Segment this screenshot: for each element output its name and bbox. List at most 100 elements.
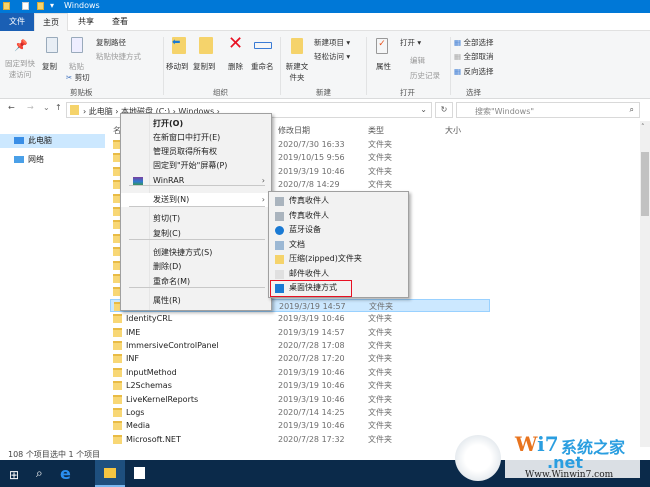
new-folder-icon[interactable]	[37, 2, 44, 10]
start-button[interactable]: ⊞	[9, 468, 19, 482]
menu-item-open[interactable]: 打开(O)	[121, 117, 271, 131]
copy-to-button[interactable]: 复制到	[193, 61, 216, 72]
menu-item-pin-to-start[interactable]: 固定到"开始"屏幕(P)	[121, 159, 271, 173]
highlight-box	[270, 280, 352, 297]
scrollbar-thumb[interactable]	[641, 152, 649, 216]
customize-dropdown-icon[interactable]: ▾	[50, 1, 54, 10]
paste-button[interactable]: 粘贴	[69, 61, 84, 72]
file-row[interactable]: Media 2019/3/19 10:46 文件夹	[110, 419, 490, 432]
folder-icon	[113, 327, 122, 337]
item-count: 108 个项目	[8, 450, 50, 459]
menu-item-send-to[interactable]: 发送到(N) ›	[121, 193, 271, 207]
mail-recipient-icon	[275, 269, 284, 279]
folder-icon	[3, 2, 10, 10]
file-row[interactable]: IdentityCRL 2019/3/19 10:46 文件夹	[110, 312, 490, 325]
file-row[interactable]: Microsoft.NET 2020/7/28 17:32 文件夹	[110, 433, 490, 446]
file-row[interactable]: InputMethod 2019/3/19 10:46 文件夹	[110, 366, 490, 379]
file-date: 2020/7/28 17:20	[278, 354, 345, 364]
rename-icon	[254, 42, 272, 49]
nav-item-network[interactable]: 网络	[0, 153, 105, 167]
menu-item-take-ownership[interactable]: 管理员取得所有权	[121, 145, 271, 159]
search-icon: ⌕	[629, 105, 634, 114]
cut-button[interactable]: ✂ 剪切	[66, 72, 90, 83]
menu-item-create-shortcut[interactable]: 创建快捷方式(S)	[121, 246, 271, 260]
file-row[interactable]: LiveKernelReports 2019/3/19 10:46 文件夹	[110, 393, 490, 406]
computer-icon	[14, 137, 24, 144]
menu-item-delete[interactable]: 删除(D)	[121, 260, 271, 274]
file-date: 2020/7/28 17:08	[278, 341, 345, 350]
file-name: IdentityCRL	[126, 314, 173, 324]
edge-icon[interactable]: e	[60, 464, 71, 483]
search-icon[interactable]: ⌕	[36, 466, 43, 481]
file-row[interactable]: Logs 2020/7/14 14:25 文件夹	[110, 406, 490, 419]
column-header-date[interactable]: 修改日期	[278, 125, 310, 136]
file-name: LiveKernelReports	[126, 394, 199, 404]
select-none-icon: ▦	[454, 52, 462, 61]
file-row[interactable]: L2Schemas 2019/3/19 10:46 文件夹	[110, 379, 490, 392]
menu-item-cut[interactable]: 剪切(T)	[121, 212, 271, 226]
scroll-up-icon[interactable]: ˄	[641, 123, 645, 131]
network-icon	[14, 156, 24, 163]
file-row[interactable]: ImmersiveControlPanel 2020/7/28 17:08 文件夹	[110, 339, 490, 352]
history-button[interactable]: 历史记录	[410, 70, 440, 81]
easy-access-button[interactable]: 轻松访问 ▾	[314, 51, 350, 62]
move-to-button[interactable]: 移动到	[166, 61, 189, 72]
watermark-url: Www.Winwin7.com	[525, 470, 614, 480]
send-to-item[interactable]: 压缩(zipped)文件夹	[269, 252, 408, 267]
select-none-button[interactable]: ▦ 全部取消	[454, 51, 493, 62]
select-all-button[interactable]: ▦ 全部选择	[454, 37, 493, 48]
file-type: 文件夹	[368, 327, 392, 337]
menu-item-open-new-window[interactable]: 在新窗口中打开(E)	[121, 131, 271, 145]
tab-view[interactable]: 查看	[104, 13, 136, 31]
send-to-item[interactable]: 文档	[269, 238, 408, 253]
new-folder-button[interactable]: 新建文件夹	[285, 61, 309, 83]
copy-button[interactable]: 复制	[42, 61, 57, 72]
new-item-button[interactable]: 新建项目 ▾	[314, 37, 350, 48]
nav-label: 网络	[28, 155, 44, 164]
file-explorer-taskbar-button[interactable]	[95, 460, 125, 487]
tab-share[interactable]: 共享	[70, 13, 102, 31]
send-to-item[interactable]: 传真收件人	[269, 209, 408, 224]
send-to-item[interactable]: 传真收件人	[269, 194, 408, 209]
properties-button[interactable]: 属性	[376, 61, 391, 72]
tab-file[interactable]: 文件	[0, 13, 34, 31]
delete-button[interactable]: 删除	[228, 61, 243, 72]
vertical-scrollbar[interactable]: ˄	[640, 121, 650, 447]
edit-button[interactable]: 编辑	[410, 55, 425, 66]
menu-item-label: 剪切(T)	[153, 214, 181, 223]
file-row[interactable]: IME 2019/3/19 14:57 文件夹	[110, 326, 490, 339]
properties-icon[interactable]	[22, 2, 29, 10]
rename-button[interactable]: 重命名	[251, 61, 274, 72]
pin-quick-access-button[interactable]: 固定到快速访问	[3, 58, 37, 80]
file-row[interactable]: INF 2020/7/28 17:20 文件夹	[110, 352, 490, 365]
recent-dropdown-icon[interactable]: ⌄	[43, 103, 50, 112]
refresh-button[interactable]: ↻	[435, 102, 453, 118]
copy-path-button[interactable]: 复制路径	[96, 37, 126, 48]
column-header-type[interactable]: 类型	[368, 125, 384, 136]
nav-item-this-pc[interactable]: 此电脑	[0, 134, 105, 148]
folder-icon	[113, 367, 122, 377]
column-header-size[interactable]: 大小	[445, 125, 461, 136]
paste-shortcut-button[interactable]: 粘贴快捷方式	[96, 51, 141, 62]
send-to-item[interactable]: 蓝牙设备	[269, 223, 408, 238]
invert-selection-icon: ▦	[454, 67, 462, 76]
file-name: INF	[126, 354, 139, 364]
back-icon[interactable]: ←	[8, 103, 15, 112]
breadcrumb-this-pc[interactable]: 此电脑	[89, 107, 113, 116]
documents-icon	[275, 240, 284, 250]
up-icon[interactable]: ↑	[55, 103, 62, 112]
send-to-label: 传真收件人	[289, 210, 329, 220]
invert-selection-button[interactable]: ▦ 反向选择	[454, 66, 493, 77]
forward-icon[interactable]: →	[27, 103, 34, 112]
title-bar: ▾ Windows	[0, 0, 650, 13]
store-icon[interactable]	[134, 467, 145, 479]
open-button[interactable]: 打开 ▾	[400, 37, 421, 48]
address-dropdown-icon[interactable]: ⌄	[420, 105, 427, 114]
tab-home[interactable]: 主页	[34, 13, 68, 31]
copy-to-icon	[199, 37, 213, 54]
search-input[interactable]: 搜索"Windows" ⌕	[456, 102, 640, 118]
file-type: 文件夹	[368, 180, 392, 190]
file-type: 文件夹	[368, 354, 392, 364]
menu-item-properties[interactable]: 属性(R)	[121, 294, 271, 308]
send-to-item[interactable]: 邮件收件人	[269, 267, 408, 282]
